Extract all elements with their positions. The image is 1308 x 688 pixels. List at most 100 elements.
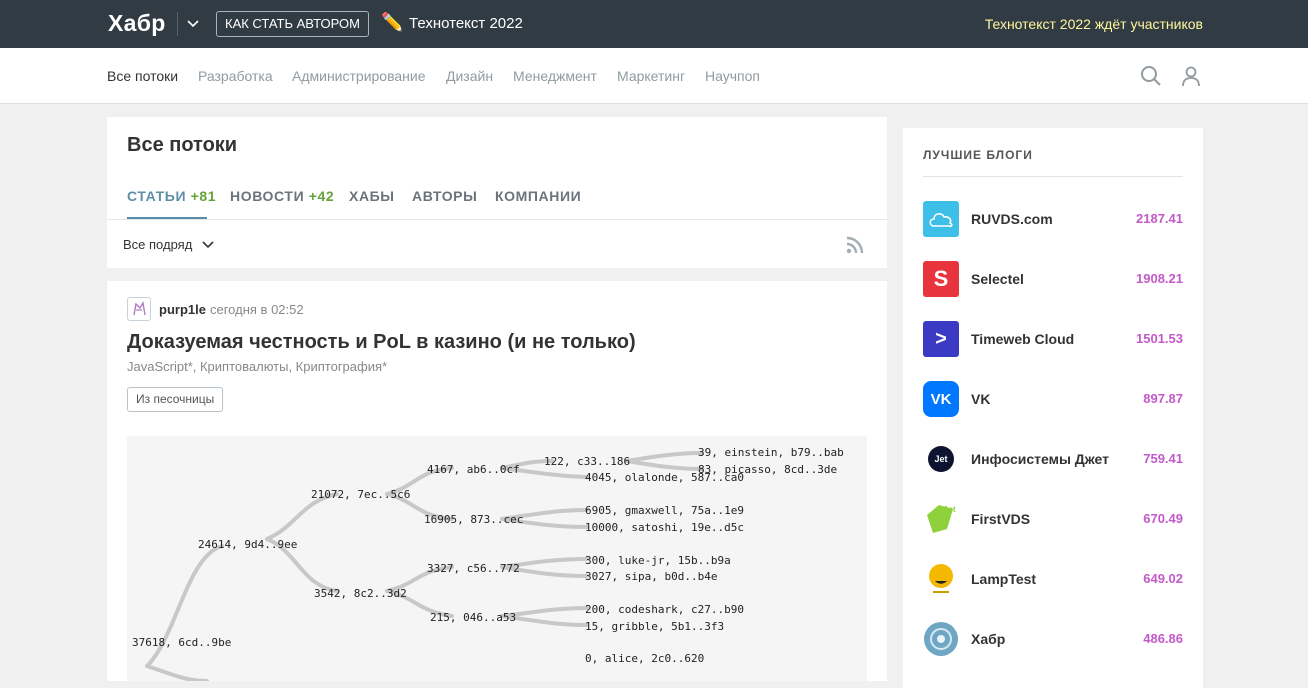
blog-score: 486.86 bbox=[1143, 631, 1183, 646]
tree-node-label: 3327, c56..772 bbox=[427, 562, 520, 575]
blog-score: 897.87 bbox=[1143, 391, 1183, 406]
tree-node-label: 0, alice, 2c0..620 bbox=[585, 652, 704, 665]
habr-logo[interactable]: Хабр bbox=[108, 10, 166, 37]
tree-node-label: 39, einstein, b79..bab bbox=[698, 446, 844, 459]
top-bar: Хабр КАК СТАТЬ АВТОРОМ ✏️ Технотекст 202… bbox=[0, 0, 1308, 48]
tab-news[interactable]: НОВОСТИ +42 bbox=[230, 188, 334, 204]
blog-score: 759.41 bbox=[1143, 451, 1183, 466]
nav-item-popsci[interactable]: Научпоп bbox=[705, 68, 760, 84]
blog-item-lamptest[interactable]: LampTest 649.02 bbox=[923, 561, 1183, 597]
feed-header-card: Все потоки СТАТЬИ +81 НОВОСТИ +42 ХАБЫ А… bbox=[107, 117, 887, 268]
how-to-become-author-button[interactable]: КАК СТАТЬ АВТОРОМ bbox=[216, 11, 369, 37]
habr-blog-logo-icon bbox=[923, 621, 959, 657]
tree-node-label: 215, 046..a53 bbox=[430, 611, 516, 624]
blog-item-firstvds[interactable]: 1st FirstVDS 670.49 bbox=[923, 501, 1183, 537]
blog-name: FirstVDS bbox=[971, 511, 1031, 527]
lamptest-logo-icon bbox=[923, 561, 959, 597]
nav-item-all-streams[interactable]: Все потоки bbox=[107, 68, 178, 84]
blog-name: Хабр bbox=[971, 631, 1006, 647]
blog-item-vk[interactable]: VK VK 897.87 bbox=[923, 381, 1183, 417]
search-icon[interactable] bbox=[1140, 65, 1162, 87]
page-title: Все потоки bbox=[127, 134, 238, 156]
tree-node-label: 300, luke-jr, 15b..b9a bbox=[585, 554, 731, 567]
publish-time: сегодня в 02:52 bbox=[210, 302, 304, 317]
cloud-icon bbox=[929, 213, 953, 227]
blog-score: 1501.53 bbox=[1136, 331, 1183, 346]
blog-score: 2187.41 bbox=[1136, 211, 1183, 226]
article-card: purp1le сегодня в 02:52 Доказуемая честн… bbox=[107, 281, 887, 681]
nav-item-marketing[interactable]: Маркетинг bbox=[617, 68, 685, 84]
tree-node-label: 16905, 873..cec bbox=[424, 513, 523, 526]
tab-hubs[interactable]: ХАБЫ bbox=[349, 188, 395, 204]
best-blogs-sidebar: ЛУЧШИЕ БЛОГИ RUVDS.com 2187.41 S Selecte… bbox=[903, 128, 1203, 688]
promo-banner-link[interactable]: Технотекст 2022 ждёт участников bbox=[985, 16, 1203, 32]
tree-node-label: 10000, satoshi, 19e..d5c bbox=[585, 521, 744, 534]
selectel-logo-icon: S bbox=[923, 261, 959, 297]
article-title[interactable]: Доказуемая честность и PoL в казино (и н… bbox=[127, 331, 636, 354]
blog-item-ruvds[interactable]: RUVDS.com 2187.41 bbox=[923, 201, 1183, 237]
tab-count: +42 bbox=[308, 188, 335, 204]
logo-separator bbox=[177, 12, 178, 36]
blog-score: 670.49 bbox=[1143, 511, 1183, 526]
avatar-image bbox=[133, 301, 146, 316]
habr-globe-icon bbox=[924, 622, 958, 656]
firstvds-logo-icon: 1st bbox=[923, 501, 959, 537]
tree-node-label: 24614, 9d4..9ee bbox=[198, 538, 297, 551]
feed-filter-dropdown[interactable]: Все подряд bbox=[123, 237, 192, 252]
tab-label: СТАТЬИ bbox=[127, 188, 187, 204]
blog-name: LampTest bbox=[971, 571, 1037, 587]
logo-badge: Jet bbox=[928, 446, 954, 472]
tree-node-label: 15, gribble, 5b1..3f3 bbox=[585, 620, 724, 633]
tree-node-label: 37618, 6cd..9be bbox=[132, 636, 231, 649]
chevron-down-icon[interactable] bbox=[201, 238, 215, 252]
tree-node-label: 3027, sipa, b0d..b4e bbox=[585, 570, 717, 583]
user-icon[interactable] bbox=[1180, 65, 1202, 87]
article-figure-tree: 39, einstein, b79..bab 83, picasso, 8cd.… bbox=[127, 436, 867, 681]
tree-node-label: 3542, 8c2..3d2 bbox=[314, 587, 407, 600]
tab-label: НОВОСТИ bbox=[230, 188, 305, 204]
sandbox-badge[interactable]: Из песочницы bbox=[127, 387, 224, 412]
nav-item-administration[interactable]: Администрирование bbox=[292, 68, 426, 84]
jet-logo-icon: Jet bbox=[923, 441, 959, 477]
nav-item-development[interactable]: Разработка bbox=[198, 68, 273, 84]
nav-item-design[interactable]: Дизайн bbox=[446, 68, 493, 84]
tab-articles[interactable]: СТАТЬИ +81 bbox=[127, 188, 216, 204]
tree-node-label: 122, c33..186 bbox=[544, 455, 630, 468]
blog-name: VK bbox=[971, 391, 991, 407]
blog-score: 1908.21 bbox=[1136, 271, 1183, 286]
tab-authors[interactable]: АВТОРЫ bbox=[412, 188, 477, 204]
blog-name: Timeweb Cloud bbox=[971, 331, 1075, 347]
article-hubs[interactable]: JavaScript*, Криптовалюты, Криптография* bbox=[127, 359, 387, 374]
blog-item-habr[interactable]: Хабр 486.86 bbox=[923, 621, 1183, 657]
rss-icon[interactable] bbox=[846, 236, 864, 254]
logo-text: VK bbox=[930, 390, 952, 408]
blog-score: 649.02 bbox=[1143, 571, 1183, 586]
tree-node-label: 6905, gmaxwell, 75a..1e9 bbox=[585, 504, 744, 517]
logo-text: > bbox=[935, 327, 947, 350]
nav-bar: Все потоки Разработка Администрирование … bbox=[0, 48, 1308, 104]
pencil-icon: ✏️ bbox=[381, 12, 404, 32]
tab-count: +81 bbox=[190, 188, 217, 204]
promo-link[interactable]: Технотекст 2022 bbox=[409, 15, 523, 32]
tree-node-label: 200, codeshark, c27..b90 bbox=[585, 603, 744, 616]
logo-text: 1st bbox=[944, 505, 956, 514]
logo-text: S bbox=[933, 266, 949, 291]
author-avatar[interactable] bbox=[127, 297, 151, 321]
tree-node-label: 21072, 7ec..5c6 bbox=[311, 488, 410, 501]
tab-companies[interactable]: КОМПАНИИ bbox=[495, 188, 581, 204]
blog-name: Инфосистемы Джет bbox=[971, 451, 1109, 467]
nav-item-management[interactable]: Менеджмент bbox=[513, 68, 597, 84]
tree-node-label: 4045, olalonde, 587..ca0 bbox=[585, 471, 744, 484]
lamp-icon bbox=[929, 564, 953, 593]
blog-item-selectel[interactable]: S Selectel 1908.21 bbox=[923, 261, 1183, 297]
blog-item-timeweb[interactable]: > Timeweb Cloud 1501.53 bbox=[923, 321, 1183, 357]
author-name[interactable]: purp1le bbox=[159, 302, 206, 317]
blog-item-jet[interactable]: Jet Инфосистемы Джет 759.41 bbox=[923, 441, 1183, 477]
ruvds-logo-icon bbox=[923, 201, 959, 237]
divider bbox=[107, 219, 887, 220]
timeweb-logo-icon: > bbox=[923, 321, 959, 357]
sidebar-title: ЛУЧШИЕ БЛОГИ bbox=[923, 148, 1033, 162]
tree-node-label: 4167, ab6..0cf bbox=[427, 463, 520, 476]
blog-name: RUVDS.com bbox=[971, 211, 1053, 227]
chevron-down-icon[interactable] bbox=[184, 15, 202, 33]
